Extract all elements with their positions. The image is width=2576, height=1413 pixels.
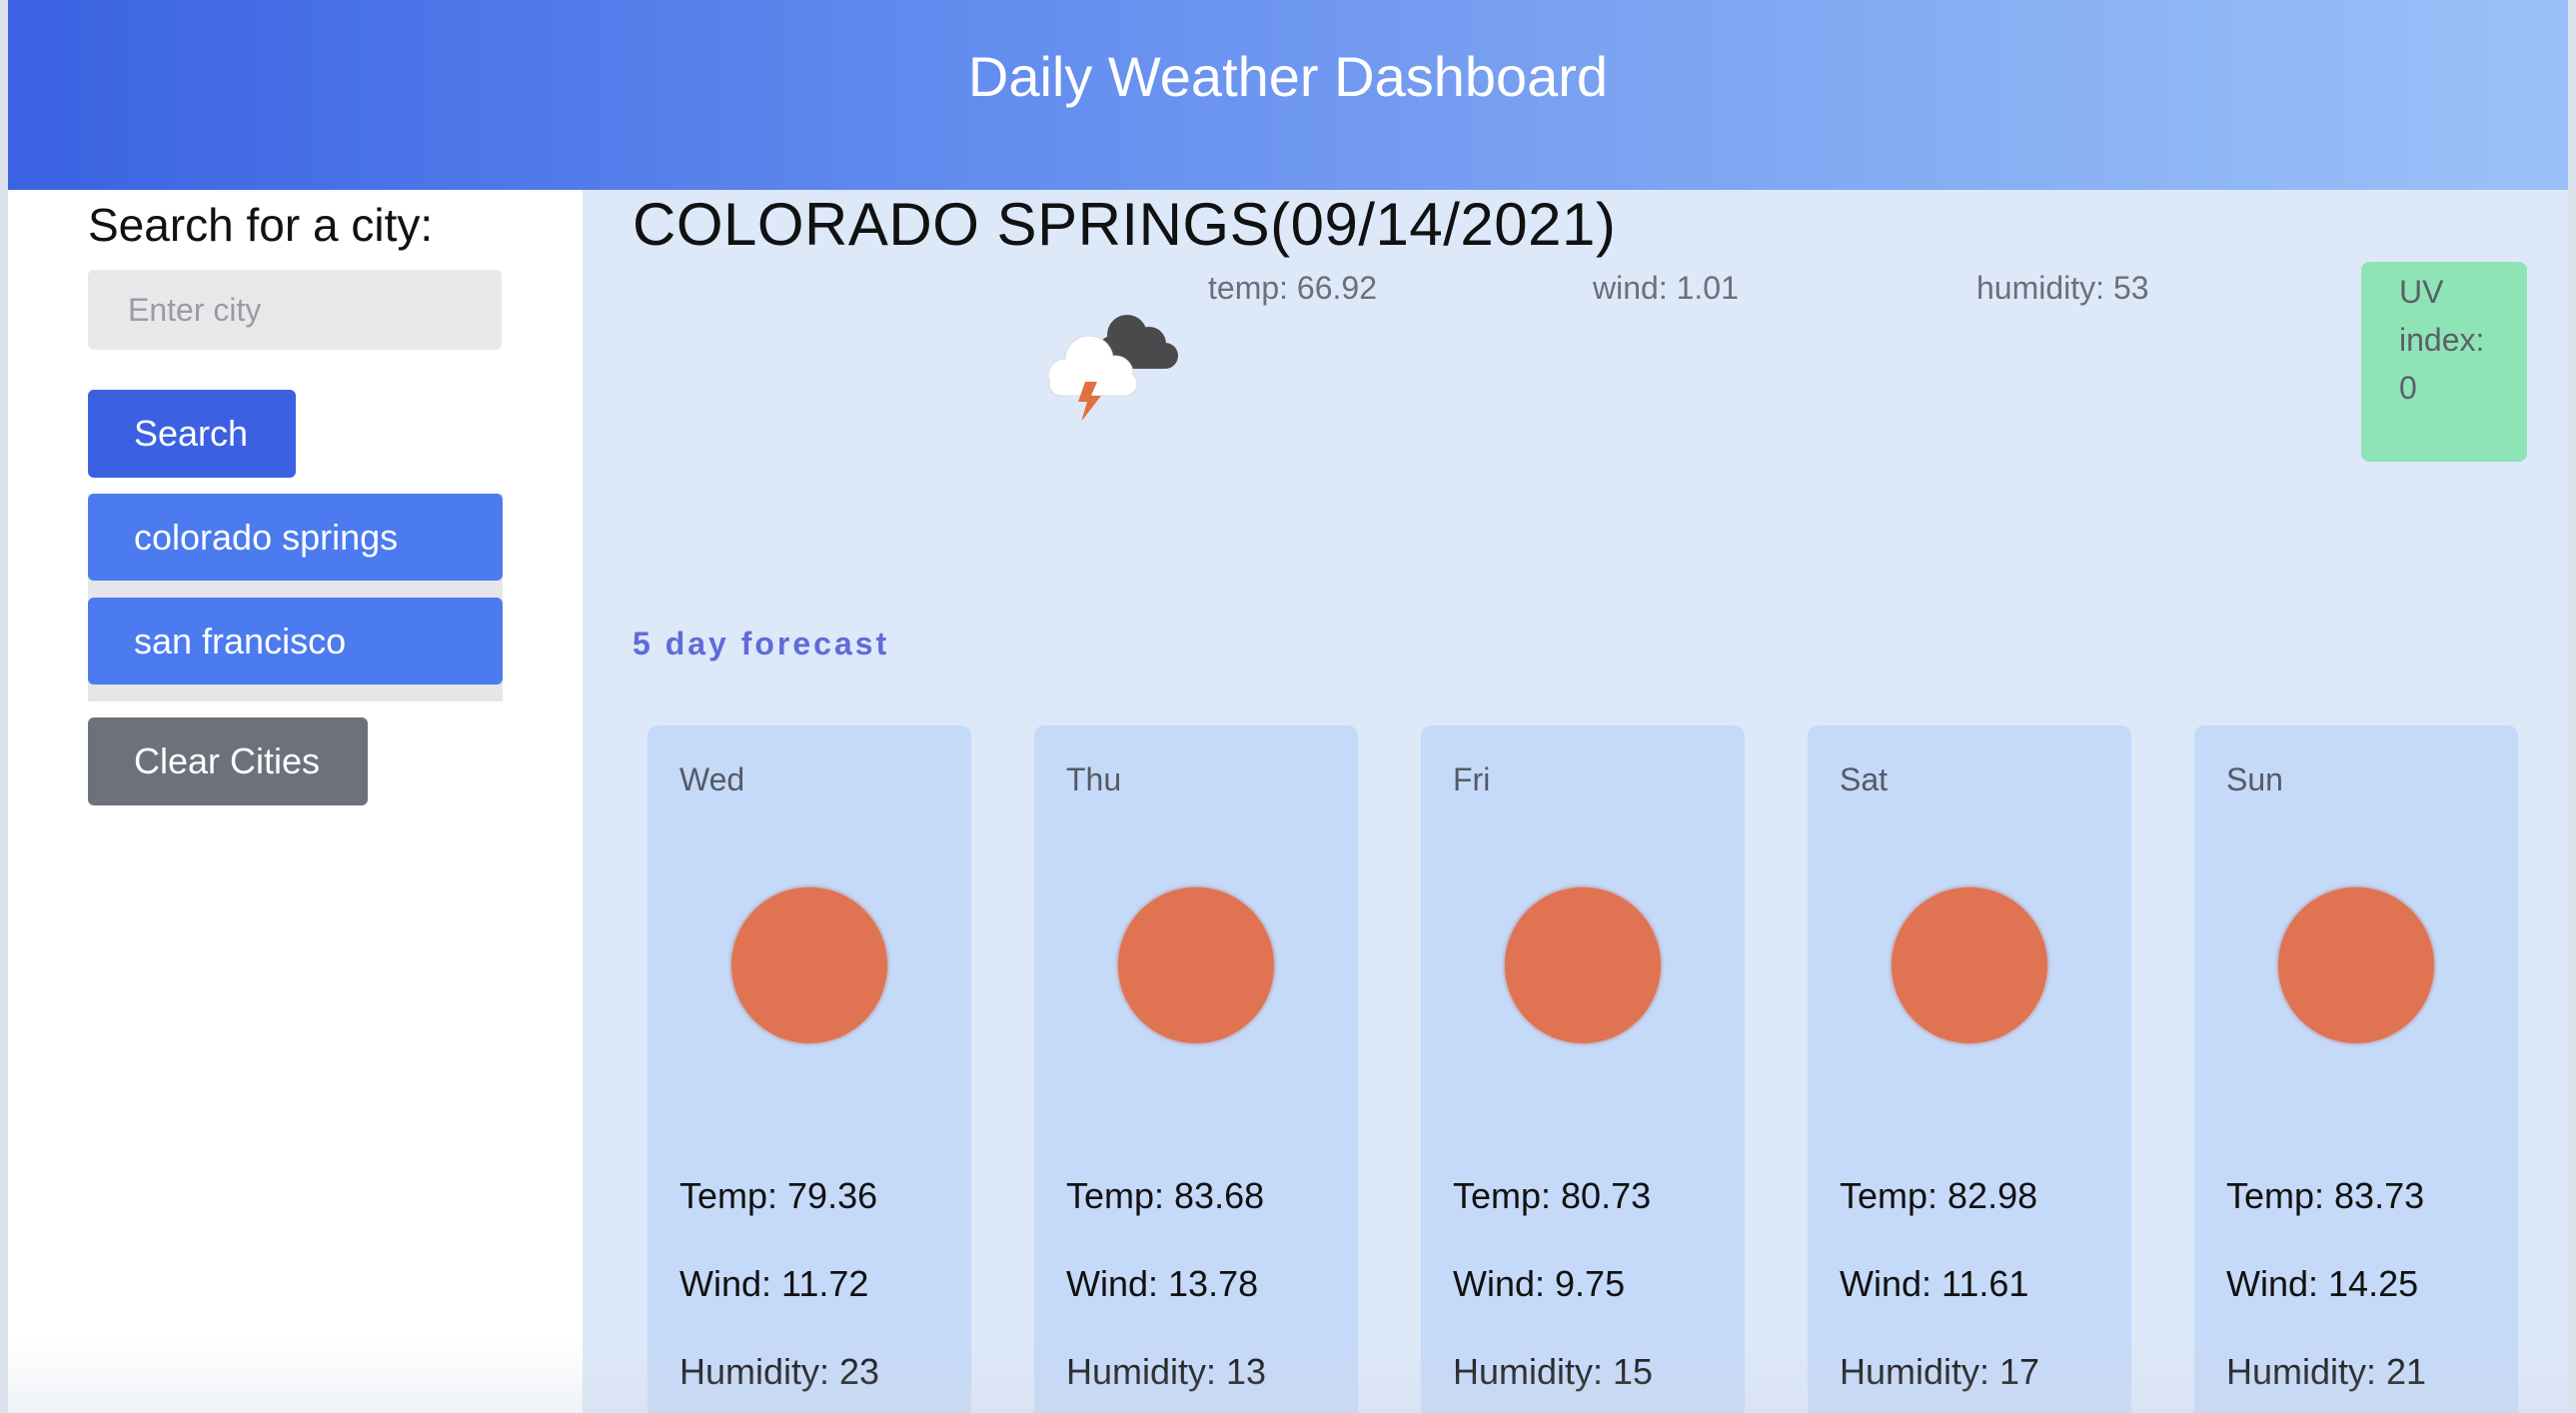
forecast-wind: Wind: 13.78 [1066,1263,1259,1304]
forecast-card: Thu Temp: 83.68 Wind: 13.78 Humidity: 13 [1034,725,1358,1413]
current-humidity: humidity: 53 [1976,270,2149,306]
forecast-temp: Temp: 79.36 [679,1175,878,1216]
forecast-wind: Wind: 11.72 [679,1263,869,1304]
forecast-card: Wed Temp: 79.36 Wind: 11.72 Humidity: 23 [647,725,971,1413]
sun-icon [1892,887,2047,1043]
forecast-humidity: Humidity: 15 [1453,1351,1654,1392]
sun-icon [2278,887,2434,1043]
current-city-title: COLORADO SPRINGS(09/14/2021) [633,191,1617,258]
sun-icon [1505,887,1661,1043]
forecast-day: Sat [1840,761,1889,797]
clear-cities-button[interactable]: Clear Cities [88,717,368,805]
history-city-button[interactable]: colorado springs [88,494,503,581]
sun-icon [1118,887,1274,1043]
uv-value: 0 [2399,370,2417,406]
uv-label: UV [2399,274,2444,310]
forecast-humidity: Humidity: 13 [1066,1351,1267,1392]
forecast-day: Wed [679,761,745,797]
search-button[interactable]: Search [88,390,296,478]
forecast-humidity: Humidity: 23 [679,1351,880,1392]
forecast-day: Thu [1066,761,1122,797]
forecast-wind: Wind: 14.25 [2226,1263,2419,1304]
uv-index-badge: UV index: 0 [2361,262,2527,462]
app-header: Daily Weather Dashboard [8,0,2568,190]
current-temp: temp: 66.92 [1208,270,1377,306]
city-search-input[interactable] [88,270,502,350]
forecast-day: Fri [1453,761,1491,797]
uv-label: index: [2399,322,2485,358]
forecast-card: Sat Temp: 82.98 Wind: 11.61 Humidity: 17 [1808,725,2131,1413]
search-label: Search for a city: [88,199,434,251]
current-wind: wind: 1.01 [1593,270,1739,306]
sun-icon [731,887,887,1043]
forecast-card: Sun Temp: 83.73 Wind: 14.25 Humidity: 21 [2194,725,2518,1413]
forecast-card: Fri Temp: 80.73 Wind: 9.75 Humidity: 15 [1421,725,1745,1413]
forecast-temp: Temp: 83.68 [1066,1175,1265,1216]
thunderstorm-icon [1047,315,1178,420]
forecast-temp: Temp: 80.73 [1453,1175,1652,1216]
forecast-humidity: Humidity: 17 [1840,1351,2040,1392]
forecast-wind: Wind: 11.61 [1840,1263,2029,1304]
forecast-wind: Wind: 9.75 [1453,1263,1626,1304]
forecast-heading: 5 day forecast [633,626,890,662]
forecast-temp: Temp: 82.98 [1840,1175,2038,1216]
forecast-temp: Temp: 83.73 [2226,1175,2425,1216]
app-title: Daily Weather Dashboard [967,44,1609,108]
search-history-list: colorado springs san francisco [88,494,503,702]
history-city-button[interactable]: san francisco [88,598,503,685]
forecast-day: Sun [2226,761,2283,797]
page: Daily Weather Dashboard Search for a cit… [8,0,2568,1413]
main-content: COLORADO SPRINGS(09/14/2021) temp: 66.92… [583,190,2568,1413]
sidebar: Search for a city: Search colorado sprin… [8,190,583,1413]
forecast-humidity: Humidity: 21 [2226,1351,2427,1392]
